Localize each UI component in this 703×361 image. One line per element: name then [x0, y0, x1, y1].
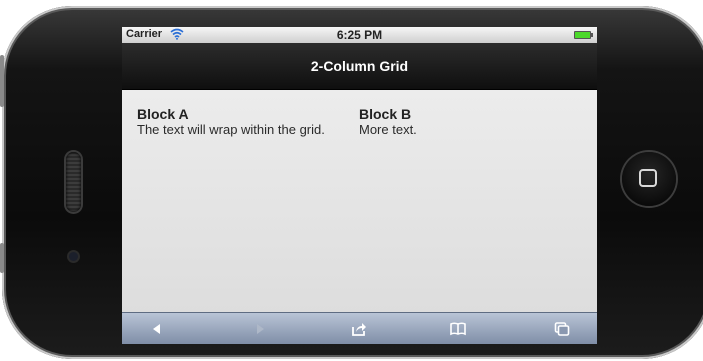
- pages-icon[interactable]: [554, 321, 570, 337]
- status-bar: Carrier 6:25 PM: [122, 27, 597, 43]
- navigation-bar: 2-Column Grid: [122, 43, 597, 90]
- camera-lens: [69, 252, 78, 261]
- block-b-text: More text.: [359, 122, 417, 137]
- grid-block-b: Block B More text.: [359, 106, 569, 138]
- safari-toolbar: [122, 312, 597, 344]
- block-a-title: Block A: [137, 106, 189, 122]
- forward-arrow-icon[interactable]: [252, 321, 268, 337]
- side-button: [0, 243, 4, 273]
- share-icon[interactable]: [351, 321, 367, 337]
- grid-content: Block A The text will wrap within the gr…: [122, 90, 597, 313]
- block-b-title: Block B: [359, 106, 412, 122]
- status-time: 6:25 PM: [336, 28, 383, 42]
- page-title: 2-Column Grid: [310, 58, 409, 74]
- bookmarks-icon[interactable]: [450, 321, 466, 337]
- home-button-icon: [639, 169, 657, 187]
- battery-icon: [574, 31, 593, 39]
- grid-block-a: Block A The text will wrap within the gr…: [137, 106, 347, 138]
- volume-button: [0, 55, 4, 107]
- speaker-grille: [66, 152, 81, 212]
- back-arrow-icon[interactable]: [149, 321, 165, 337]
- block-a-text: The text will wrap within the grid.: [137, 122, 325, 137]
- screen: Carrier 6:25 PM 2-Column Grid Block A Th…: [122, 27, 597, 344]
